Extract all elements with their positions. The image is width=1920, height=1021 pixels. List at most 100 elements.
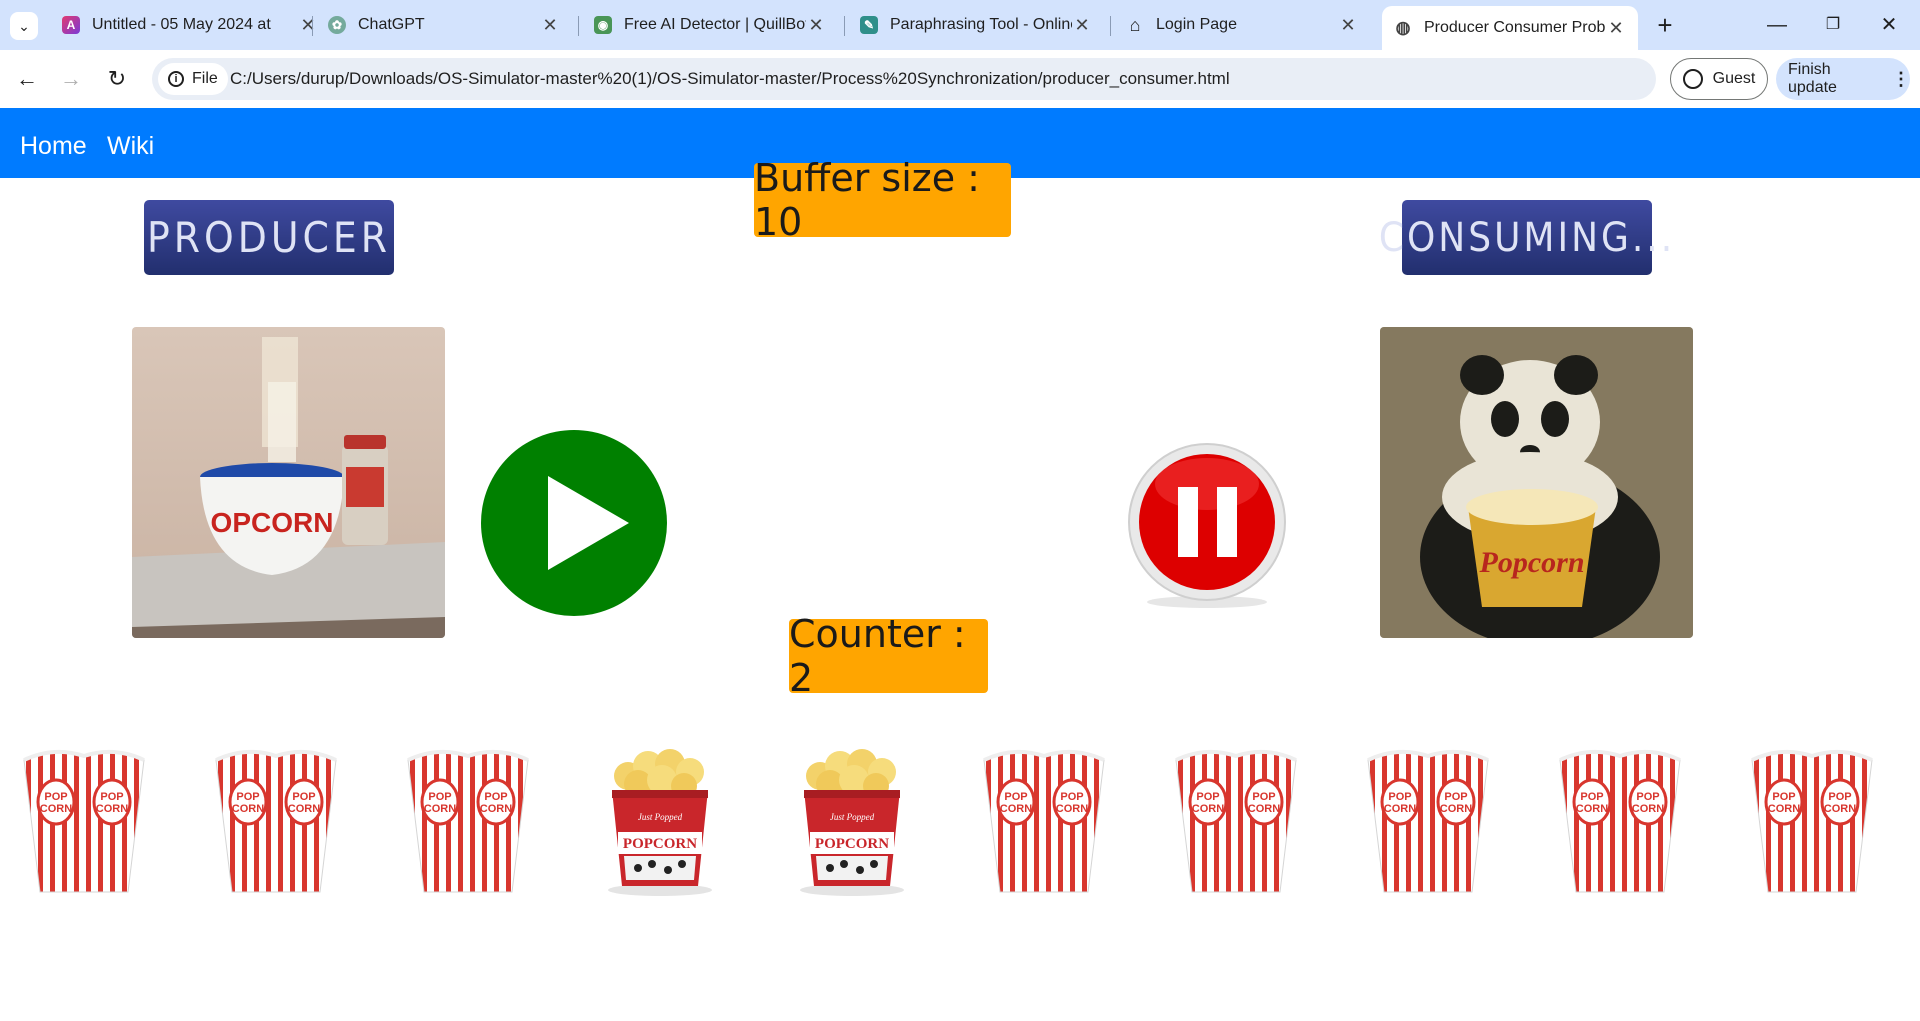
buffer-slot-empty: POP CORN POP CORN — [1742, 740, 1882, 900]
tab-separator — [312, 16, 313, 36]
url-text[interactable]: C:/Users/durup/Downloads/OS-Simulator-ma… — [230, 69, 1230, 89]
svg-text:CORN: CORN — [1440, 803, 1472, 815]
close-tab-icon[interactable]: ✕ — [1606, 18, 1626, 39]
svg-text:POP: POP — [1196, 791, 1219, 803]
plus-icon: + — [1657, 10, 1673, 40]
tab-search-button[interactable]: ⌄ — [10, 12, 38, 40]
filled-popcorn-bucket-icon: POPCORN Just Popped — [608, 749, 712, 896]
nav-link-wiki[interactable]: Wiki — [107, 132, 154, 161]
svg-text:POP: POP — [292, 791, 315, 803]
close-window-button[interactable]: ✕ — [1866, 10, 1912, 40]
buffer-size-badge: Buffer size : 10 — [754, 156, 1011, 244]
paraphrasing-tool-icon: ✎ — [860, 16, 878, 34]
nav-link-home[interactable]: Home — [20, 132, 87, 161]
svg-text:CORN: CORN — [1768, 803, 1800, 815]
producer-play-button[interactable] — [481, 430, 667, 616]
home-icon: ⌂ — [1129, 14, 1141, 35]
svg-text:CORN: CORN — [1632, 803, 1664, 815]
svg-text:CORN: CORN — [96, 803, 128, 815]
empty-popcorn-box-icon: POP CORN POP CORN — [1751, 749, 1873, 893]
svg-text:POP: POP — [1828, 791, 1851, 803]
svg-text:CORN: CORN — [1056, 803, 1088, 815]
svg-text:POP: POP — [484, 791, 507, 803]
buffer-slot-empty: POP CORN POP CORN — [206, 740, 346, 900]
svg-text:CORN: CORN — [40, 803, 72, 815]
browser-tab[interactable]: A Untitled - 05 May 2024 at ✕ — [50, 8, 330, 42]
svg-text:CORN: CORN — [1192, 803, 1224, 815]
restore-button[interactable]: ❐ — [1810, 10, 1856, 40]
minimize-button[interactable]: — — [1754, 10, 1800, 40]
buffer-slot-empty: POP CORN POP CORN — [974, 740, 1114, 900]
minimize-icon: — — [1767, 14, 1787, 36]
svg-text:CORN: CORN — [1576, 803, 1608, 815]
buffer-slot-full: POPCORN Just Popped — [590, 740, 730, 900]
close-tab-icon[interactable]: ✕ — [540, 15, 560, 36]
svg-text:POP: POP — [1772, 791, 1795, 803]
close-icon: ✕ — [1880, 14, 1898, 36]
browser-tab[interactable]: ◉ Free AI Detector | QuillBot ✕ — [582, 8, 838, 42]
empty-popcorn-box-icon: POP CORN POP CORN — [1367, 749, 1489, 893]
svg-text:Popcorn: Popcorn — [1479, 546, 1585, 579]
arrow-right-icon: → — [60, 66, 82, 91]
buffer-slot-empty: POP CORN POP CORN — [14, 740, 154, 900]
reload-button[interactable]: ↻ — [100, 62, 134, 96]
svg-text:CORN: CORN — [1824, 803, 1856, 815]
svg-text:POP: POP — [1004, 791, 1027, 803]
consumer-label: CONSUMING... — [1379, 200, 1672, 275]
svg-text:CORN: CORN — [424, 803, 456, 815]
svg-text:OPCORN: OPCORN — [211, 507, 334, 538]
more-vert-icon: ⋮ — [1892, 68, 1910, 89]
site-info-chip[interactable]: i File — [158, 63, 228, 95]
globe-icon: ◍ — [1395, 18, 1411, 37]
consumer-pause-button[interactable] — [1128, 442, 1286, 612]
profile-button[interactable]: Guest — [1670, 58, 1768, 100]
svg-text:POP: POP — [44, 791, 67, 803]
producer-label: PRODUCER — [144, 200, 394, 275]
person-icon — [1682, 69, 1703, 89]
adobe-express-icon: A — [62, 16, 80, 34]
empty-popcorn-box-icon: POP CORN POP CORN — [23, 749, 145, 893]
producer-image: OPCORN — [132, 327, 445, 638]
chevron-down-icon: ⌄ — [18, 17, 30, 34]
close-tab-icon[interactable]: ✕ — [1072, 15, 1092, 36]
reload-icon: ↻ — [107, 66, 127, 91]
filled-popcorn-bucket-icon: POPCORN Just Popped — [800, 749, 904, 896]
counter-badge: Counter : 2 — [789, 612, 988, 700]
finish-update-button[interactable]: Finish update ⋮ — [1776, 58, 1910, 100]
browser-tab[interactable]: ✎ Paraphrasing Tool - Online ✕ — [848, 8, 1104, 42]
svg-text:CORN: CORN — [1384, 803, 1416, 815]
browser-tab[interactable]: ✿ ChatGPT ✕ — [316, 8, 572, 42]
svg-text:POP: POP — [100, 791, 123, 803]
arrow-left-icon: ← — [16, 66, 38, 91]
consumer-image: Popcorn — [1380, 327, 1693, 638]
svg-text:POP: POP — [236, 791, 259, 803]
close-tab-icon[interactable]: ✕ — [298, 15, 318, 36]
svg-text:Just Popped: Just Popped — [638, 812, 683, 822]
svg-text:POP: POP — [1252, 791, 1275, 803]
browser-tab-active[interactable]: ◍ Producer Consumer Proble ✕ — [1382, 6, 1638, 50]
play-icon — [548, 476, 629, 570]
empty-popcorn-box-icon: POP CORN POP CORN — [1559, 749, 1681, 893]
address-bar[interactable]: i File C:/Users/durup/Downloads/OS-Simul… — [152, 58, 1656, 100]
close-tab-icon[interactable]: ✕ — [1338, 15, 1358, 36]
chatgpt-icon: ✿ — [328, 16, 346, 34]
buffer-slot-empty: POP CORN POP CORN — [398, 740, 538, 900]
svg-text:POP: POP — [428, 791, 451, 803]
empty-popcorn-box-icon: POP CORN POP CORN — [1175, 749, 1297, 893]
empty-popcorn-box-icon: POP CORN POP CORN — [407, 749, 529, 893]
forward-button[interactable]: → — [54, 62, 88, 96]
new-tab-button[interactable]: + — [1650, 10, 1680, 40]
svg-text:POPCORN: POPCORN — [623, 836, 697, 852]
svg-text:POP: POP — [1388, 791, 1411, 803]
info-icon: i — [168, 71, 184, 87]
quillbot-icon: ◉ — [594, 16, 612, 34]
svg-text:CORN: CORN — [1000, 803, 1032, 815]
svg-text:CORN: CORN — [480, 803, 512, 815]
back-button[interactable]: ← — [10, 62, 44, 96]
tab-separator — [578, 16, 579, 36]
close-tab-icon[interactable]: ✕ — [806, 15, 826, 36]
browser-tab[interactable]: ⌂ Login Page ✕ — [1114, 8, 1370, 42]
buffer-slot-empty: POP CORN POP CORN — [1166, 740, 1306, 900]
empty-popcorn-box-icon: POP CORN POP CORN — [215, 749, 337, 893]
svg-text:CORN: CORN — [288, 803, 320, 815]
